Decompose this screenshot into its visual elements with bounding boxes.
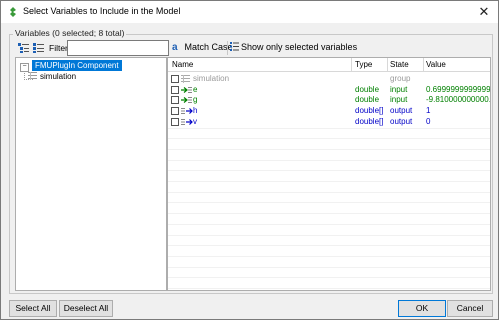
expand-all-icon[interactable] bbox=[17, 42, 30, 54]
grid-line bbox=[168, 191, 490, 193]
filter-input[interactable] bbox=[67, 40, 169, 56]
grid-line bbox=[168, 266, 490, 268]
grid-line bbox=[168, 245, 490, 247]
row-checkbox[interactable] bbox=[171, 107, 179, 116]
select-all-button[interactable]: Select All bbox=[9, 300, 57, 317]
grid-line bbox=[168, 288, 490, 289]
cell-value: 1 bbox=[426, 106, 431, 116]
table-row[interactable]: g double input -9.810000000000... bbox=[168, 95, 490, 105]
column-header-type[interactable]: Type bbox=[355, 60, 372, 69]
cell-type: double[] bbox=[355, 116, 384, 126]
deselect-all-button[interactable]: Deselect All bbox=[59, 300, 113, 317]
show-only-selected-label: Show only selected variables bbox=[241, 42, 358, 52]
output-variable-icon bbox=[181, 108, 193, 115]
component-tree[interactable]: − FMUPlugIn Component simulation bbox=[15, 57, 167, 291]
tree-node-label: simulation bbox=[40, 72, 77, 81]
list-icon bbox=[230, 42, 239, 51]
grid-line bbox=[168, 255, 490, 257]
grid-line bbox=[168, 138, 490, 140]
collapse-all-icon[interactable] bbox=[32, 42, 45, 54]
column-header-state[interactable]: State bbox=[390, 60, 409, 69]
row-checkbox[interactable] bbox=[171, 75, 179, 83]
input-variable-icon bbox=[181, 86, 192, 93]
grid-line bbox=[168, 170, 490, 172]
group-icon bbox=[181, 75, 190, 83]
cancel-button[interactable]: Cancel bbox=[447, 300, 493, 317]
group-icon bbox=[28, 72, 37, 80]
close-icon[interactable]: ✕ bbox=[470, 1, 498, 23]
input-variable-icon bbox=[181, 97, 192, 104]
row-checkbox[interactable] bbox=[171, 117, 179, 126]
grid-line bbox=[168, 181, 490, 182]
table-row[interactable]: e double input 0.6999999999999... bbox=[168, 85, 490, 95]
match-case-label: Match Case bbox=[184, 42, 233, 52]
cell-value: 0.6999999999999... bbox=[426, 84, 491, 94]
cell-value: 0 bbox=[426, 116, 431, 126]
cell-type: double bbox=[355, 84, 380, 94]
output-variable-icon bbox=[181, 118, 193, 125]
show-only-selected-toggle[interactable]: Show only selected variables bbox=[230, 42, 357, 54]
cell-state: input bbox=[390, 95, 408, 105]
column-header-value[interactable]: Value bbox=[426, 60, 446, 69]
row-checkbox[interactable] bbox=[171, 96, 179, 105]
cell-type: double[] bbox=[355, 106, 384, 116]
grid-line bbox=[168, 213, 490, 215]
table-header: Name Type State Value bbox=[168, 58, 490, 72]
row-checkbox[interactable] bbox=[171, 85, 179, 94]
cell-name: h bbox=[193, 106, 198, 116]
cell-name: g bbox=[193, 95, 198, 105]
tree-node-simulation[interactable]: simulation bbox=[28, 72, 76, 81]
toolbar-divider bbox=[227, 41, 228, 55]
grid-line bbox=[168, 148, 490, 150]
grid-line bbox=[168, 202, 490, 204]
grid-line bbox=[168, 234, 490, 236]
column-divider[interactable] bbox=[423, 58, 424, 71]
grid-line bbox=[168, 277, 490, 279]
cell-state: output bbox=[390, 116, 413, 126]
app-icon bbox=[10, 7, 16, 17]
window-title: Select Variables to Include in the Model bbox=[23, 6, 181, 16]
match-case-icon: a bbox=[172, 42, 178, 53]
cell-state: group bbox=[390, 74, 411, 83]
variables-group-title: Variables (0 selected; 8 total) bbox=[13, 28, 127, 38]
cell-name: e bbox=[193, 84, 198, 94]
column-divider[interactable] bbox=[387, 58, 388, 71]
ok-button[interactable]: OK bbox=[398, 300, 446, 317]
match-case-toggle[interactable]: a Match Case bbox=[172, 42, 233, 54]
grid-line bbox=[168, 127, 490, 129]
variables-table[interactable]: Name Type State Value simulation group e do… bbox=[167, 57, 491, 291]
column-header-name[interactable]: Name bbox=[172, 60, 193, 69]
cell-type: double bbox=[355, 95, 380, 105]
cell-value: -9.810000000000... bbox=[426, 95, 491, 105]
cell-name: simulation bbox=[193, 74, 230, 83]
tree-node-label[interactable]: FMUPlugIn Component bbox=[32, 60, 122, 71]
cell-state: input bbox=[390, 84, 408, 94]
table-row[interactable]: h double[] output 1 bbox=[168, 106, 490, 116]
cell-name: v bbox=[193, 116, 197, 126]
title-bar[interactable]: Select Variables to Include in the Model… bbox=[1, 1, 498, 23]
column-divider[interactable] bbox=[351, 58, 352, 71]
cell-state: output bbox=[390, 106, 413, 116]
table-row[interactable]: simulation group bbox=[168, 74, 490, 84]
dialog-window: Select Variables to Include in the Model… bbox=[0, 0, 499, 320]
table-row[interactable]: v double[] output 0 bbox=[168, 117, 490, 127]
grid-line bbox=[168, 223, 490, 225]
grid-line bbox=[168, 159, 490, 161]
